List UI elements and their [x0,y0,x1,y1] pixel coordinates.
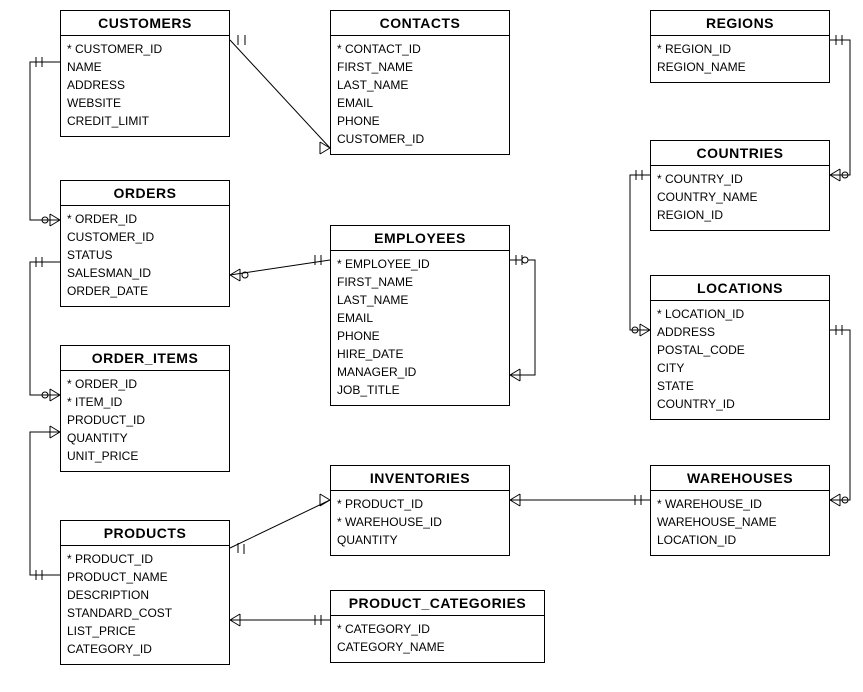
attr: PRODUCT_ID [67,411,223,429]
attr: * COUNTRY_ID [657,170,823,188]
attr: * WAREHOUSE_ID [657,495,823,513]
entity-title: PRODUCT_CATEGORIES [331,591,544,616]
attr: * CATEGORY_ID [337,620,538,638]
entity-order-items: ORDER_ITEMS * ORDER_ID * ITEM_ID PRODUCT… [60,345,230,472]
entity-customers: CUSTOMERS * CUSTOMER_ID NAME ADDRESS WEB… [60,10,230,137]
entity-body: * WAREHOUSE_ID WAREHOUSE_NAME LOCATION_I… [651,491,829,555]
attr: PHONE [337,327,503,345]
attr: FIRST_NAME [337,58,503,76]
attr: CITY [657,359,823,377]
attr: EMAIL [337,309,503,327]
attr: * ITEM_ID [67,393,223,411]
attr: WEBSITE [67,94,223,112]
entity-employees: EMPLOYEES * EMPLOYEE_ID FIRST_NAME LAST_… [330,225,510,406]
attr: NAME [67,58,223,76]
entity-title: ORDER_ITEMS [61,346,229,371]
attr: LAST_NAME [337,291,503,309]
attr: * PRODUCT_ID [337,495,503,513]
attr: UNIT_PRICE [67,447,223,465]
attr: ORDER_DATE [67,282,223,300]
attr: EMAIL [337,94,503,112]
entity-title: EMPLOYEES [331,226,509,251]
attr: * CONTACT_ID [337,40,503,58]
attr: LOCATION_ID [657,531,823,549]
attr: WAREHOUSE_NAME [657,513,823,531]
attr: ADDRESS [67,76,223,94]
attr: STANDARD_COST [67,604,223,622]
attr: COUNTRY_NAME [657,188,823,206]
attr: STATE [657,377,823,395]
attr: CUSTOMER_ID [67,228,223,246]
attr: LIST_PRICE [67,622,223,640]
attr: * CUSTOMER_ID [67,40,223,58]
entity-body: * ORDER_ID CUSTOMER_ID STATUS SALESMAN_I… [61,206,229,306]
entity-body: * COUNTRY_ID COUNTRY_NAME REGION_ID [651,166,829,230]
entity-countries: COUNTRIES * COUNTRY_ID COUNTRY_NAME REGI… [650,140,830,231]
entity-title: COUNTRIES [651,141,829,166]
attr: FIRST_NAME [337,273,503,291]
attr: * PRODUCT_ID [67,550,223,568]
entity-body: * EMPLOYEE_ID FIRST_NAME LAST_NAME EMAIL… [331,251,509,405]
entity-title: ORDERS [61,181,229,206]
attr: CREDIT_LIMIT [67,112,223,130]
entity-body: * CONTACT_ID FIRST_NAME LAST_NAME EMAIL … [331,36,509,154]
attr: PHONE [337,112,503,130]
entity-locations: LOCATIONS * LOCATION_ID ADDRESS POSTAL_C… [650,275,830,420]
attr: JOB_TITLE [337,381,503,399]
attr: HIRE_DATE [337,345,503,363]
entity-title: CUSTOMERS [61,11,229,36]
entity-contacts: CONTACTS * CONTACT_ID FIRST_NAME LAST_NA… [330,10,510,155]
attr: STATUS [67,246,223,264]
entity-body: * REGION_ID REGION_NAME [651,36,829,82]
attr: ADDRESS [657,323,823,341]
attr: * LOCATION_ID [657,305,823,323]
entity-body: * CUSTOMER_ID NAME ADDRESS WEBSITE CREDI… [61,36,229,136]
attr: DESCRIPTION [67,586,223,604]
attr: * REGION_ID [657,40,823,58]
attr: PRODUCT_NAME [67,568,223,586]
attr: COUNTRY_ID [657,395,823,413]
attr: * ORDER_ID [67,210,223,228]
attr: CATEGORY_NAME [337,638,538,656]
entity-body: * PRODUCT_ID PRODUCT_NAME DESCRIPTION ST… [61,546,229,664]
attr: * ORDER_ID [67,375,223,393]
entity-title: REGIONS [651,11,829,36]
attr: QUANTITY [337,531,503,549]
attr: SALESMAN_ID [67,264,223,282]
attr: MANAGER_ID [337,363,503,381]
entity-body: * ORDER_ID * ITEM_ID PRODUCT_ID QUANTITY… [61,371,229,471]
attr: REGION_ID [657,206,823,224]
attr: * WAREHOUSE_ID [337,513,503,531]
entity-inventories: INVENTORIES * PRODUCT_ID * WAREHOUSE_ID … [330,465,510,556]
entity-title: WAREHOUSES [651,466,829,491]
entity-product-categories: PRODUCT_CATEGORIES * CATEGORY_ID CATEGOR… [330,590,545,663]
entity-body: * CATEGORY_ID CATEGORY_NAME [331,616,544,662]
entity-body: * PRODUCT_ID * WAREHOUSE_ID QUANTITY [331,491,509,555]
entity-warehouses: WAREHOUSES * WAREHOUSE_ID WAREHOUSE_NAME… [650,465,830,556]
entity-orders: ORDERS * ORDER_ID CUSTOMER_ID STATUS SAL… [60,180,230,307]
attr: * EMPLOYEE_ID [337,255,503,273]
attr: CUSTOMER_ID [337,130,503,148]
entity-body: * LOCATION_ID ADDRESS POSTAL_CODE CITY S… [651,301,829,419]
entity-title: CONTACTS [331,11,509,36]
attr: CATEGORY_ID [67,640,223,658]
attr: POSTAL_CODE [657,341,823,359]
attr: REGION_NAME [657,58,823,76]
entity-regions: REGIONS * REGION_ID REGION_NAME [650,10,830,83]
entity-products: PRODUCTS * PRODUCT_ID PRODUCT_NAME DESCR… [60,520,230,665]
attr: QUANTITY [67,429,223,447]
attr: LAST_NAME [337,76,503,94]
entity-title: INVENTORIES [331,466,509,491]
entity-title: PRODUCTS [61,521,229,546]
entity-title: LOCATIONS [651,276,829,301]
erd-canvas: CUSTOMERS * CUSTOMER_ID NAME ADDRESS WEB… [0,0,863,692]
